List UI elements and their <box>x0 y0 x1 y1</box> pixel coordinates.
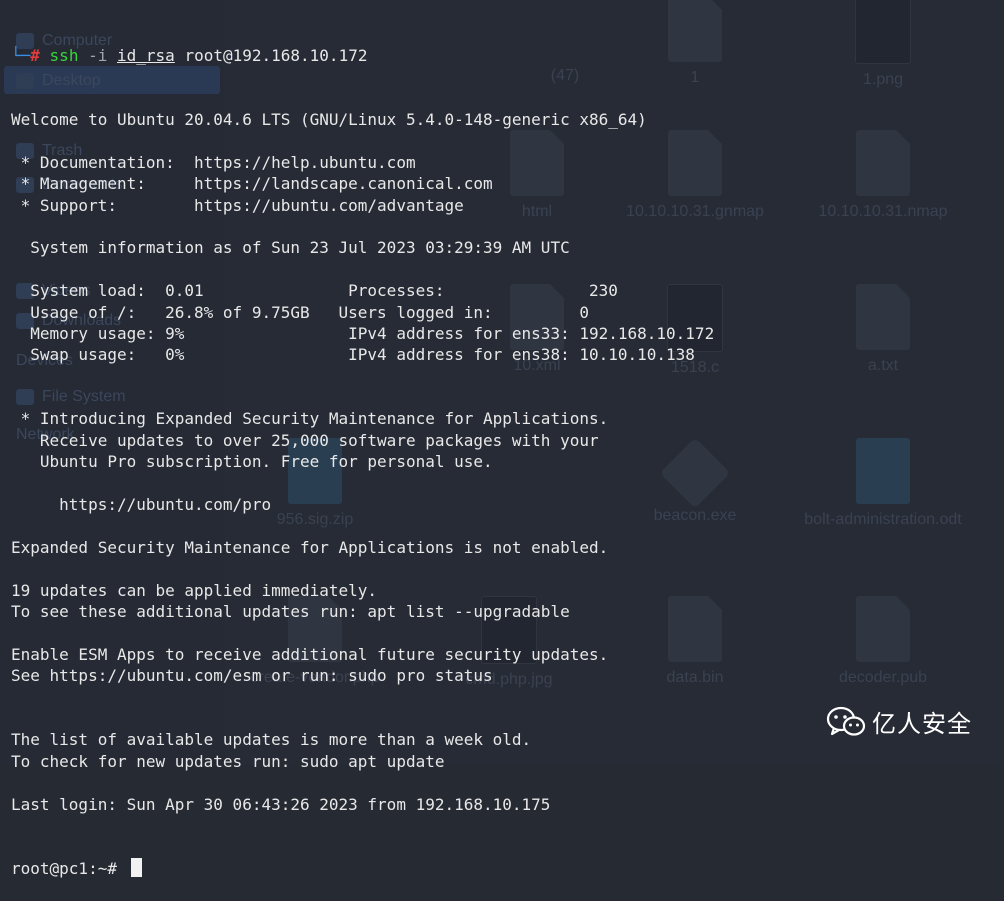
command-flag: -i <box>88 45 108 65</box>
terminal-line: https://ubuntu.com/pro <box>11 495 272 515</box>
text-cursor <box>130 857 142 877</box>
wechat-icon <box>826 706 866 738</box>
shell-prompt: root@pc1:~# <box>11 858 127 878</box>
watermark: 亿人安全 <box>826 704 972 739</box>
root-prompt-symbol: # <box>30 45 40 65</box>
shell-prompt-line[interactable]: root@pc1:~# <box>11 857 1004 879</box>
terminal-line: * Documentation: https://help.ubuntu.com <box>11 152 416 172</box>
command-target: root@192.168.10.172 <box>184 45 368 65</box>
watermark-text: 亿人安全 <box>872 710 972 738</box>
terminal-line: Usage of /: 26.8% of 9.75GB Users logged… <box>11 302 589 322</box>
terminal-line: Last login: Sun Apr 30 06:43:26 2023 fro… <box>11 794 551 814</box>
terminal-line: * Management: https://landscape.canonica… <box>11 174 493 194</box>
terminal-line: * Introducing Expanded Security Maintena… <box>11 409 609 429</box>
terminal-output[interactable]: └─# ssh -i id_rsa root@192.168.10.172 We… <box>0 0 1004 878</box>
terminal-line: Expanded Security Maintenance for Applic… <box>11 537 609 557</box>
terminal-line: System load: 0.01 Processes: 230 <box>11 281 618 301</box>
ssh-command-line: └─# ssh -i id_rsa root@192.168.10.172 <box>11 45 1004 66</box>
terminal-line: Receive updates to over 25,000 software … <box>11 430 599 450</box>
terminal-line: * Support: https://ubuntu.com/advantage <box>11 195 464 215</box>
terminal-line: To see these additional updates run: apt… <box>11 602 570 621</box>
terminal-line: Swap usage: 0% IPv4 address for ens38: 1… <box>11 345 695 365</box>
command-name: ssh <box>49 45 79 65</box>
terminal-line: 19 updates can be applied immediately. <box>11 580 378 600</box>
terminal-line: See https://ubuntu.com/esm or run: sudo … <box>11 666 493 686</box>
command-key-file: id_rsa <box>117 45 175 65</box>
terminal-line: System information as of Sun 23 Jul 2023… <box>11 238 570 258</box>
prompt-frame: └─ <box>11 45 31 65</box>
terminal-line: Ubuntu Pro subscription. Free for person… <box>11 452 493 472</box>
terminal-line: Welcome to Ubuntu 20.04.6 LTS (GNU/Linux… <box>11 110 647 130</box>
terminal-line: Enable ESM Apps to receive additional fu… <box>11 644 609 664</box>
terminal-line: To check for new updates run: sudo apt u… <box>11 751 445 771</box>
terminal-line: Memory usage: 9% IPv4 address for ens33:… <box>11 323 715 343</box>
